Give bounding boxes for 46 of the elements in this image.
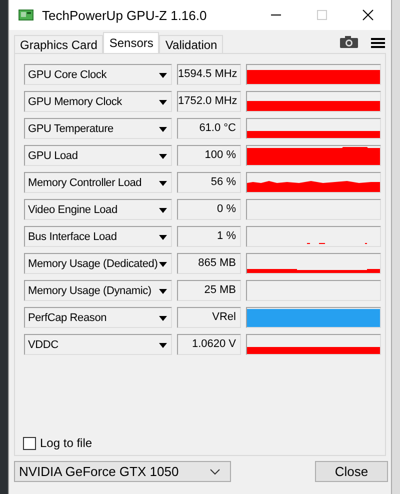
window-title: TechPowerUp GPU-Z 1.16.0 bbox=[42, 8, 207, 22]
maximize-icon bbox=[317, 10, 327, 20]
sensor-value: 1 % bbox=[177, 226, 241, 247]
sensor-value: 61.0 °C bbox=[177, 118, 241, 139]
menu-icon[interactable] bbox=[371, 37, 385, 49]
caret-icon bbox=[159, 181, 167, 186]
sensor-value: 1594.5 MHz bbox=[177, 64, 241, 85]
caret-icon bbox=[159, 100, 167, 105]
caret-icon bbox=[159, 208, 167, 213]
graphics-card-icon bbox=[18, 8, 34, 22]
caret-icon bbox=[159, 127, 167, 132]
sensor-dropdown[interactable]: Video Engine Load bbox=[24, 199, 172, 220]
caret-icon bbox=[159, 316, 167, 321]
sensor-dropdown[interactable]: Bus Interface Load bbox=[24, 226, 172, 247]
sensor-value: 0 % bbox=[177, 199, 241, 220]
sensor-value: VRel bbox=[177, 307, 241, 328]
sensor-dropdown[interactable]: PerfCap Reason bbox=[24, 307, 172, 328]
tab[interactable]: Graphics Card bbox=[14, 35, 104, 53]
sensor-dropdown[interactable]: GPU Memory Clock bbox=[24, 91, 172, 112]
sensor-dropdown[interactable]: Memory Usage (Dedicated) bbox=[24, 253, 172, 274]
sensor-value: 1752.0 MHz bbox=[177, 91, 241, 112]
sensor-value: 25 MB bbox=[177, 280, 241, 301]
caret-icon bbox=[159, 73, 167, 78]
sensor-dropdown[interactable]: Memory Controller Load bbox=[24, 172, 172, 193]
sensor-value: 100 % bbox=[177, 145, 241, 166]
sensor-dropdown[interactable]: Memory Usage (Dynamic) bbox=[24, 280, 172, 301]
caret-icon bbox=[159, 154, 167, 159]
checkbox[interactable] bbox=[23, 436, 36, 450]
tab[interactable]: Sensors bbox=[103, 32, 160, 53]
sensor-value: 865 MB bbox=[177, 253, 241, 274]
camera-icon[interactable] bbox=[339, 35, 359, 49]
sensor-dropdown[interactable]: GPU Load bbox=[24, 145, 172, 166]
close-button[interactable]: Close bbox=[315, 461, 388, 482]
checkbox-label: Log to file bbox=[40, 436, 92, 450]
sensor-dropdown[interactable]: VDDC bbox=[24, 334, 172, 355]
gpu-dropdown[interactable]: NVIDIA GeForce GTX 1050 bbox=[14, 461, 231, 482]
sensor-value: 56 % bbox=[177, 172, 241, 193]
sensor-value: 1.0620 V bbox=[177, 334, 241, 355]
tab[interactable]: Validation bbox=[159, 35, 224, 53]
caret-icon bbox=[159, 235, 167, 240]
sensor-dropdown[interactable]: GPU Core Clock bbox=[24, 64, 172, 85]
sensor-dropdown[interactable]: GPU Temperature bbox=[24, 118, 172, 139]
caret-icon bbox=[159, 289, 167, 294]
caret-icon bbox=[159, 262, 167, 267]
caret-icon bbox=[159, 343, 167, 348]
chevron-icon bbox=[210, 468, 220, 474]
